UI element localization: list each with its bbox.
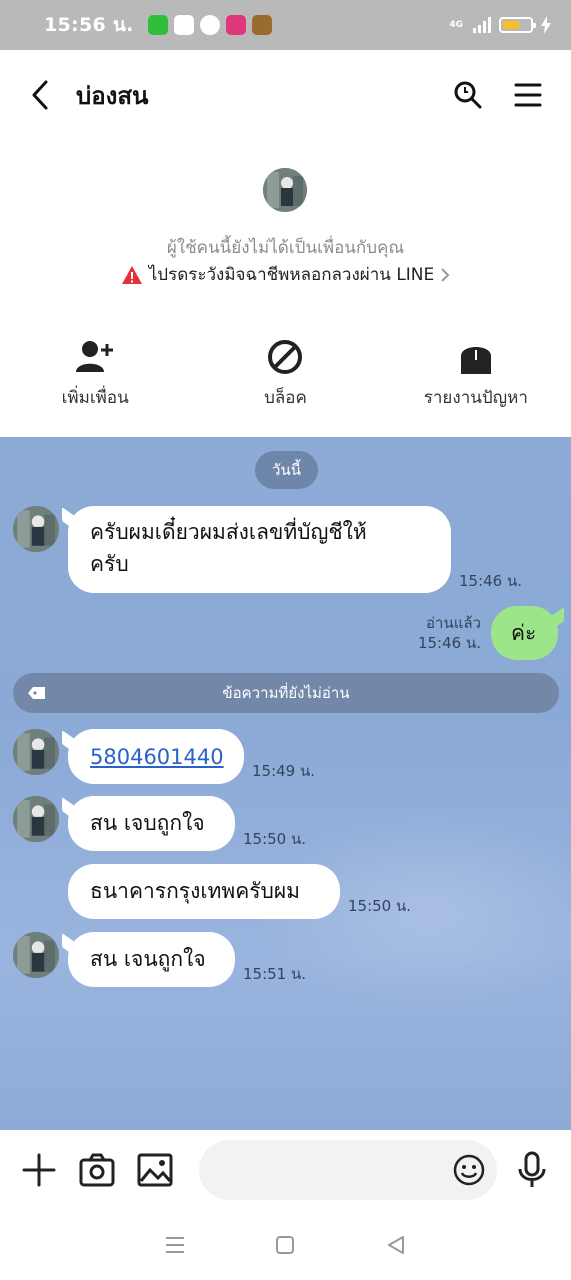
add-friend-label: เพิ่มเพื่อน xyxy=(61,388,129,408)
read-label: อ่านแล้ว xyxy=(426,614,481,632)
report-button[interactable]: รายงานปัญหา xyxy=(381,338,571,411)
status-bar: 15:56 น. 4G xyxy=(0,0,571,50)
unread-separator: ข้อความที่ยังไม่อ่าน xyxy=(13,673,559,713)
message-time: 15:51 น. xyxy=(243,965,307,983)
chat-title: บ่องสน xyxy=(76,81,149,110)
add-friend-icon xyxy=(76,341,114,372)
date-separator: วันนี้ xyxy=(255,451,318,489)
charging-icon xyxy=(541,16,551,34)
back-nav-icon[interactable] xyxy=(385,1234,407,1256)
camera-icon[interactable] xyxy=(78,1151,116,1189)
scam-warning[interactable]: ไปรดระวังมิจฉาชีพหลอกลวงผ่าน LINE xyxy=(0,261,571,288)
warning-icon xyxy=(121,265,142,284)
game-app-icon-2 xyxy=(251,15,272,35)
block-button[interactable]: บล็อค xyxy=(190,338,380,411)
chat-area[interactable]: วันนี้ ครับผมเดี๋ยวผมส่งเลขที่บัญชีให้ ค… xyxy=(0,437,571,1130)
message-bubble[interactable]: สน เจบถูกใจ xyxy=(68,796,235,851)
image-icon[interactable] xyxy=(136,1151,174,1189)
sender-avatar[interactable] xyxy=(13,729,59,775)
sender-avatar[interactable] xyxy=(13,796,59,842)
chevron-right-icon xyxy=(441,267,450,282)
chat-header: บ่องสน xyxy=(0,50,571,140)
notification-icons xyxy=(147,15,272,35)
message-bubble[interactable]: ครับผมเดี๋ยวผมส่งเลขที่บัญชีให้ ครับ xyxy=(68,506,451,593)
message-line: ครับผมเดี๋ยวผมส่งเลขที่บัญชีให้ xyxy=(90,520,367,544)
add-friend-button[interactable]: เพิ่มเพื่อน xyxy=(0,338,190,411)
block-icon xyxy=(268,340,303,374)
block-label: บล็อค xyxy=(264,388,307,408)
profile-actions: เพิ่มเพื่อน บล็อค รายงานปัญหา xyxy=(0,338,571,411)
not-friend-notice: ผู้ใช้คนนี้ยังไม่ได้เป็นเพื่อนกับคุณ xyxy=(166,238,405,258)
plus-icon[interactable] xyxy=(20,1151,58,1189)
message-time: 15:49 น. xyxy=(252,762,316,780)
chat-bubble-icon xyxy=(199,15,220,35)
system-nav-bar xyxy=(0,1210,571,1280)
message-time: 15:46 น. xyxy=(459,572,523,590)
message-time: 15:46 น. xyxy=(417,634,481,652)
microphone-icon[interactable] xyxy=(517,1151,547,1189)
menu-icon[interactable] xyxy=(513,80,543,110)
message-text: ค่ะ xyxy=(511,620,537,645)
sender-avatar[interactable] xyxy=(13,932,59,978)
report-icon xyxy=(460,347,491,374)
report-label: รายงานปัญหา xyxy=(423,388,528,408)
message-time: 15:50 น. xyxy=(348,897,412,915)
recent-apps-icon[interactable] xyxy=(164,1234,186,1256)
message-time: 15:50 น. xyxy=(243,830,307,848)
home-icon[interactable] xyxy=(274,1234,296,1256)
search-icon[interactable] xyxy=(453,80,483,110)
message-bubble[interactable]: สน เจนถูกใจ xyxy=(68,932,235,987)
unread-label: ข้อความที่ยังไม่อ่าน xyxy=(222,684,350,702)
my-message-bubble[interactable]: ค่ะ xyxy=(491,606,558,660)
app-notification-icon xyxy=(147,15,168,35)
back-arrow-icon[interactable] xyxy=(28,78,54,112)
tag-icon xyxy=(28,687,45,699)
message-text: ธนาคารกรุงเทพครับผม xyxy=(90,879,300,903)
battery-icon xyxy=(499,17,536,33)
message-input-bar xyxy=(0,1130,571,1210)
line-app-icon xyxy=(173,15,194,35)
message-text: สน เจนถูกใจ xyxy=(90,947,206,971)
network-type: 4G xyxy=(449,20,463,30)
game-app-icon xyxy=(225,15,246,35)
profile-avatar[interactable] xyxy=(263,168,307,212)
account-number-link[interactable]: 5804601440 xyxy=(90,745,224,769)
sender-avatar[interactable] xyxy=(13,506,59,552)
profile-panel: ผู้ใช้คนนี้ยังไม่ได้เป็นเพื่อนกับคุณ ไปร… xyxy=(0,140,571,440)
message-bubble[interactable]: ธนาคารกรุงเทพครับผม xyxy=(68,864,340,919)
status-time: 15:56 น. xyxy=(44,14,134,36)
scam-warning-text: ไปรดระวังมิจฉาชีพหลอกลวงผ่าน LINE xyxy=(148,265,435,285)
message-line: ครับ xyxy=(90,552,129,576)
message-bubble[interactable]: 5804601440 xyxy=(68,729,244,784)
message-input[interactable] xyxy=(199,1140,497,1200)
read-receipt: อ่านแล้ว 15:46 น. xyxy=(418,613,481,653)
emoji-icon[interactable] xyxy=(453,1154,485,1186)
message-text: สน เจบถูกใจ xyxy=(90,811,205,835)
signal-icon xyxy=(473,17,491,33)
